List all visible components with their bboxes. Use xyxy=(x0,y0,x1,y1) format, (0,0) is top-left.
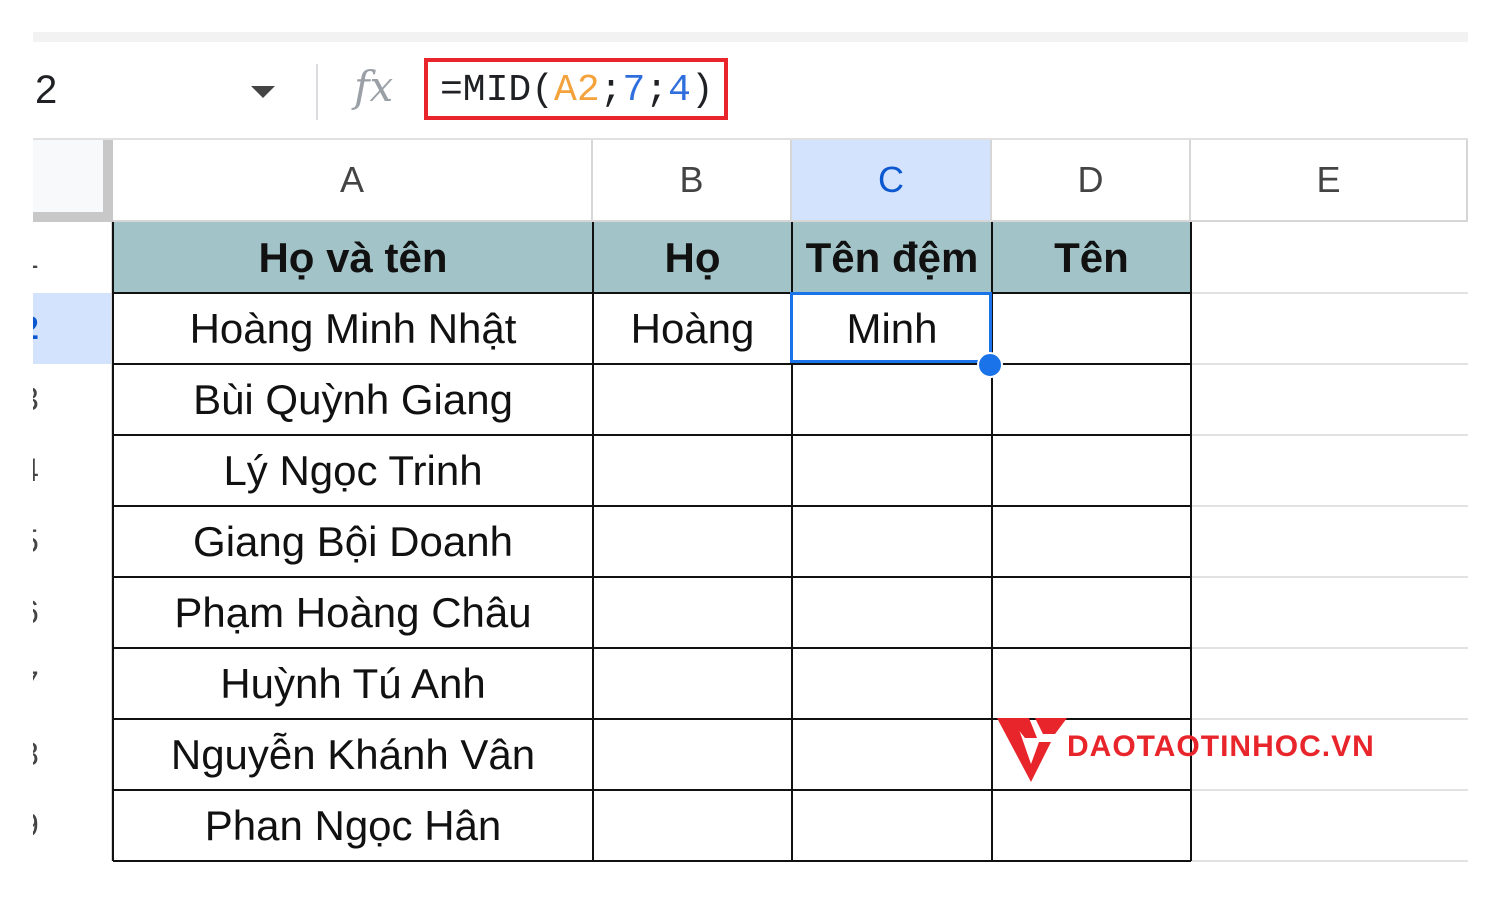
cell-c7[interactable] xyxy=(792,648,992,719)
divider xyxy=(316,64,318,120)
formula-token: 7 xyxy=(622,69,646,112)
grid-line xyxy=(1191,505,1468,507)
cell-c3[interactable] xyxy=(792,364,992,435)
row-header-4[interactable]: 4 xyxy=(33,435,113,506)
cell-d5[interactable] xyxy=(992,506,1191,577)
name-box-ref: 2 xyxy=(35,68,58,112)
cell-d4[interactable] xyxy=(992,435,1191,506)
row-number: 7 xyxy=(33,665,39,702)
row-header-8[interactable]: 8 xyxy=(33,719,113,790)
cell-b8[interactable] xyxy=(593,719,792,790)
cell-a5[interactable]: Giang Bội Doanh xyxy=(113,506,593,577)
row-header-7[interactable]: 7 xyxy=(33,648,113,719)
row-header-6[interactable]: 6 xyxy=(33,577,113,648)
cell-b9[interactable] xyxy=(593,790,792,861)
row-header-1[interactable]: 1 xyxy=(33,222,113,293)
watermark-text: DAOTAOTINHOC.VN xyxy=(1067,730,1375,763)
grid-line xyxy=(1191,292,1468,294)
grid-line xyxy=(1191,647,1468,649)
table-border xyxy=(113,363,1191,365)
cell-a4[interactable]: Lý Ngọc Trinh xyxy=(113,435,593,506)
table-border xyxy=(113,789,1191,791)
row-number: 8 xyxy=(33,736,39,773)
column-header-c[interactable]: C xyxy=(792,140,992,220)
row-header-2[interactable]: 2 xyxy=(33,293,113,364)
table-border xyxy=(113,647,1191,649)
cell-b1[interactable]: Họ xyxy=(593,222,792,293)
cell-b4[interactable] xyxy=(593,435,792,506)
cell-d1[interactable]: Tên xyxy=(992,222,1191,293)
cell-a9[interactable]: Phan Ngọc Hân xyxy=(113,790,593,861)
cell-b6[interactable] xyxy=(593,577,792,648)
row-number: 9 xyxy=(33,807,39,844)
row-header-9[interactable]: 9 xyxy=(33,790,113,861)
cell-a6[interactable]: Phạm Hoàng Châu xyxy=(113,577,593,648)
table-border xyxy=(113,576,1191,578)
fx-icon: fx xyxy=(354,62,394,111)
cell-a8[interactable]: Nguyễn Khánh Vân xyxy=(113,719,593,790)
row-number: 6 xyxy=(33,594,39,631)
cell-c1[interactable]: Tên đệm xyxy=(792,222,992,293)
select-all-corner[interactable] xyxy=(33,140,113,222)
row-number: 1 xyxy=(33,239,39,276)
formula-input[interactable]: =MID(A2;7;4) xyxy=(424,58,728,120)
column-header-b[interactable]: B xyxy=(593,140,792,220)
table-border xyxy=(113,434,1191,436)
column-header-a[interactable]: A xyxy=(113,140,593,220)
cell-d3[interactable] xyxy=(992,364,1191,435)
cell-c6[interactable] xyxy=(792,577,992,648)
cell-c5[interactable] xyxy=(792,506,992,577)
row-number: 3 xyxy=(33,381,39,418)
cell-a1[interactable]: Họ và tên xyxy=(113,222,593,293)
cell-d9[interactable] xyxy=(992,790,1191,861)
table-border xyxy=(113,505,1191,507)
formula-token: =MID( xyxy=(440,69,555,112)
cell-b5[interactable] xyxy=(593,506,792,577)
cell-c8[interactable] xyxy=(792,719,992,790)
row-number: 5 xyxy=(33,523,39,560)
cell-d6[interactable] xyxy=(992,577,1191,648)
grid-line xyxy=(1191,434,1468,436)
cell-a2[interactable]: Hoàng Minh Nhật xyxy=(113,293,593,364)
grid-line xyxy=(1191,789,1468,791)
watermark-logo: DAOTAOTINHOC.VN xyxy=(995,712,1415,784)
toolbar-edge xyxy=(33,32,1468,42)
column-header-d[interactable]: D xyxy=(992,140,1191,220)
logo-icon xyxy=(997,718,1067,782)
fill-handle[interactable] xyxy=(977,352,1003,378)
row-header-3[interactable]: 3 xyxy=(33,364,113,435)
formula-token: ) xyxy=(690,69,714,112)
column-header-e[interactable]: E xyxy=(1191,140,1468,220)
formula-text: =MID(A2;7;4) xyxy=(440,69,714,112)
cell-d7[interactable] xyxy=(992,648,1191,719)
table-border xyxy=(592,222,594,861)
grid-line xyxy=(1191,363,1468,365)
formula-token: 4 xyxy=(668,69,691,112)
name-box[interactable]: 2 xyxy=(33,60,293,124)
formula-token: ; xyxy=(599,69,623,112)
formula-token: A2 xyxy=(554,69,600,112)
cell-b3[interactable] xyxy=(593,364,792,435)
grid-line xyxy=(1191,860,1468,862)
table-border xyxy=(113,292,1191,294)
cell-a7[interactable]: Huỳnh Tú Anh xyxy=(113,648,593,719)
table-border xyxy=(112,222,114,861)
table-border xyxy=(113,860,1191,862)
row-number: 4 xyxy=(33,452,39,489)
row-header-5[interactable]: 5 xyxy=(33,506,113,577)
selected-cell-outline xyxy=(790,292,992,363)
grid-line xyxy=(1191,576,1468,578)
cell-b2[interactable]: Hoàng xyxy=(593,293,792,364)
cell-a3[interactable]: Bùi Quỳnh Giang xyxy=(113,364,593,435)
row-number: 2 xyxy=(33,310,39,347)
cell-c4[interactable] xyxy=(792,435,992,506)
cell-b7[interactable] xyxy=(593,648,792,719)
cell-d2[interactable] xyxy=(992,293,1191,364)
chevron-down-icon[interactable] xyxy=(251,86,275,98)
formula-token: ; xyxy=(645,69,669,112)
cell-c9[interactable] xyxy=(792,790,992,861)
